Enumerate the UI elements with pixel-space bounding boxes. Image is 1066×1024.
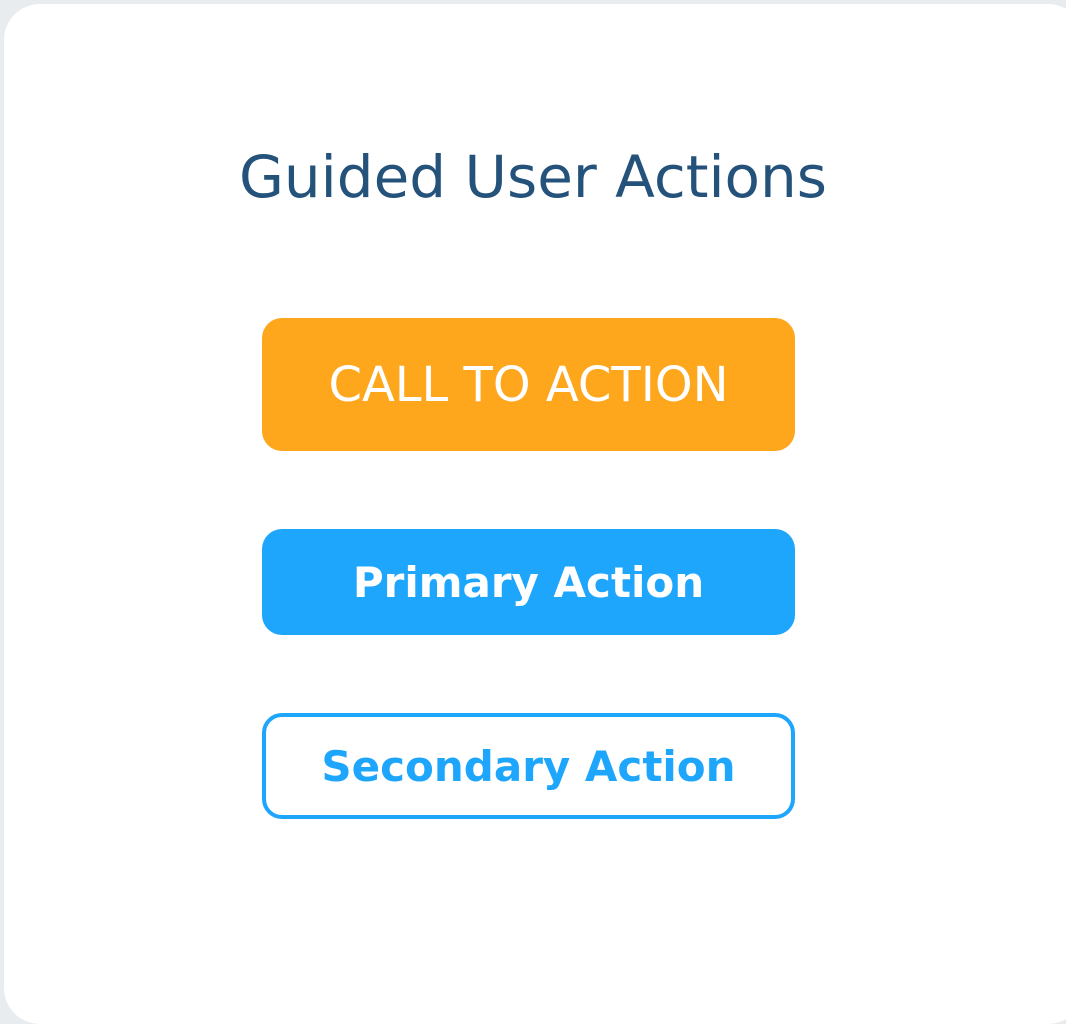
call-to-action-button[interactable]: CALL TO ACTION — [262, 318, 795, 451]
page-title: Guided User Actions — [238, 143, 828, 211]
call-to-action-label: CALL TO ACTION — [328, 356, 729, 413]
actions-card: Guided User Actions CALL TO ACTION Prima… — [4, 4, 1066, 1024]
primary-action-button[interactable]: Primary Action — [262, 529, 795, 635]
secondary-action-button[interactable]: Secondary Action — [262, 713, 795, 819]
secondary-action-label: Secondary Action — [321, 741, 736, 791]
primary-action-label: Primary Action — [352, 557, 705, 607]
